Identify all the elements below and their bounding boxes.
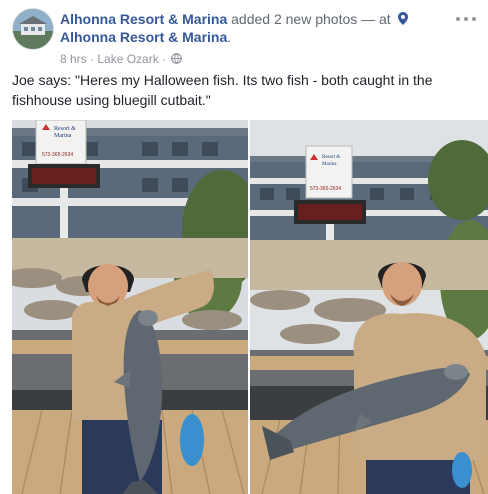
page-avatar[interactable] [12,8,54,50]
page-name-link[interactable]: Alhonna Resort & Marina [60,11,227,27]
post-timestamp[interactable]: 8 hrs [60,52,87,66]
avatar-image [13,9,53,49]
post-place[interactable]: Lake Ozark [97,52,158,66]
sign-text-line1: Resort & [54,126,76,132]
sign-text-line2: Marina [54,133,72,139]
photo-right[interactable]: Resort & Marina 573-365-2634 [250,120,488,494]
location-pin-icon [397,12,408,25]
meta-separator-2: · [158,52,170,66]
post-header: Alhonna Resort & Marina added 2 new phot… [12,8,476,66]
sign-phone: 573-365-2634 [42,152,73,158]
globe-icon[interactable] [171,53,183,64]
post-meta: 8 hrs · Lake Ozark · [60,52,183,66]
location-link[interactable]: Alhonna Resort & Marina [60,29,227,45]
meta-separator: · [86,52,98,66]
post-action-text: added 2 new photos — at [227,11,395,27]
post-body-text: Joe says: "Heres my Halloween fish. Its … [12,72,433,108]
sign-text-line1-right: Resort & [322,155,340,160]
more-dot [472,17,476,21]
sign-phone-right: 573-365-2634 [310,186,341,192]
photo-left[interactable]: Resort & Marina 573-365-2634 [12,120,248,494]
photo-left-image: Resort & Marina 573-365-2634 [12,120,248,494]
sign-text-line2-right: Marina [322,162,337,167]
location-suffix: . [227,29,232,45]
more-dot [464,17,468,21]
more-dot [456,17,460,21]
post-headline: Alhonna Resort & Marina added 2 new phot… [60,10,452,46]
more-options-icon[interactable] [456,12,476,26]
photo-right-image: Resort & Marina 573-365-2634 [250,120,488,494]
